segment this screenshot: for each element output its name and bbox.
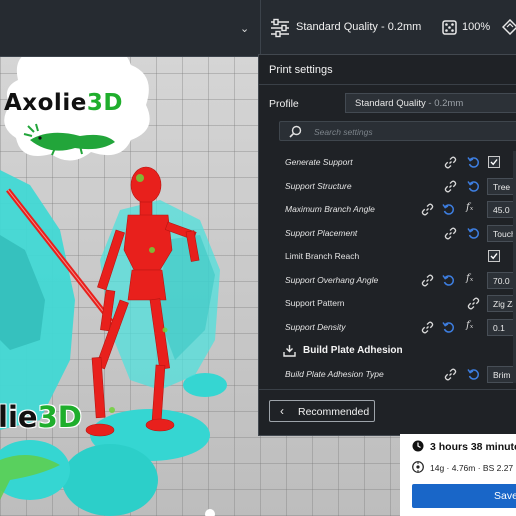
link-icon[interactable] bbox=[444, 156, 457, 169]
support-brim bbox=[62, 444, 158, 516]
link-icon[interactable] bbox=[467, 297, 480, 310]
quality-label: Standard Quality - 0.2mm bbox=[296, 21, 422, 33]
chevron-down-icon[interactable]: ⌄ bbox=[240, 22, 249, 35]
build-plate-adhesion-icon bbox=[283, 345, 296, 357]
profile-value: Standard Quality - 0.2mm bbox=[355, 98, 463, 109]
profile-label: Profile bbox=[269, 98, 299, 110]
checkmark-icon bbox=[490, 159, 498, 166]
recommended-button[interactable]: ‹ Recommended bbox=[269, 400, 375, 422]
setting-value: 0.1 bbox=[493, 322, 505, 333]
watermark-accent: 3D bbox=[37, 400, 82, 434]
clock-icon bbox=[412, 440, 424, 452]
setting-label: Support Pattern bbox=[285, 298, 345, 308]
function-fx-icon[interactable]: fₓ bbox=[466, 320, 473, 331]
top-toolbar: ⌄ Standard Quality - 0.2mm 100% bbox=[0, 0, 516, 57]
watermark-prefix: lie bbox=[0, 400, 38, 434]
reset-icon[interactable] bbox=[467, 180, 480, 193]
print-settings-panel: Print settings Profile Standard Quality … bbox=[258, 54, 516, 436]
setting-value-field[interactable]: 70.0 bbox=[487, 271, 516, 289]
setting-value: Tree bbox=[493, 181, 511, 192]
reset-icon[interactable] bbox=[467, 156, 480, 169]
setting-value: 70.0 bbox=[493, 275, 510, 286]
section-header-adhesion[interactable]: Build Plate Adhesion bbox=[259, 339, 516, 362]
setting-label: Generate Support bbox=[285, 157, 353, 167]
setting-label: Support Overhang Angle bbox=[285, 274, 379, 285]
profile-layer-height: - 0.2mm bbox=[425, 98, 464, 109]
setting-row-support-placement[interactable]: Support Placement Touch bbox=[259, 222, 516, 245]
link-icon[interactable] bbox=[444, 180, 457, 193]
setting-row-support-pattern[interactable]: Support Pattern Zig Za bbox=[259, 292, 516, 315]
setting-label: Support Structure bbox=[285, 180, 352, 191]
checkmark-icon bbox=[490, 253, 498, 260]
setting-value-field[interactable]: Touch bbox=[487, 224, 516, 242]
save-button[interactable]: Save bbox=[412, 484, 516, 508]
filament-spool-icon bbox=[412, 461, 424, 473]
setting-value-field[interactable]: Tree bbox=[487, 177, 516, 195]
setting-row-support-overhang-angle[interactable]: Support Overhang Angle fₓ 70.0 bbox=[259, 269, 516, 292]
infill-label: 100% bbox=[462, 21, 491, 33]
reset-icon[interactable] bbox=[442, 274, 455, 287]
setting-value: Brim bbox=[493, 369, 511, 380]
material-usage: 14g · 4.76m · BS 2.27 bbox=[430, 463, 514, 473]
setting-checkbox[interactable] bbox=[488, 250, 500, 262]
setting-checkbox[interactable] bbox=[488, 156, 500, 168]
print-quality-selector[interactable]: Standard Quality - 0.2mm 100% bbox=[262, 0, 516, 56]
setting-row-support-structure[interactable]: Support Structure Tree bbox=[259, 175, 516, 198]
divider bbox=[259, 84, 516, 85]
setting-label: Maximum Branch Angle bbox=[285, 204, 375, 214]
profile-name: Standard Quality bbox=[355, 98, 426, 109]
setting-row-limit-branch-reach[interactable]: Limit Branch Reach bbox=[259, 245, 516, 268]
setting-value: 45.0 bbox=[493, 205, 510, 215]
setting-label: Build Plate Adhesion Type bbox=[285, 368, 384, 379]
setting-row-maximum-branch-angle[interactable]: Maximum Branch Angle fₓ 45.0 bbox=[259, 198, 516, 221]
function-fx-icon[interactable]: fₓ bbox=[466, 273, 473, 284]
logo-prefix: Axolie bbox=[4, 90, 87, 116]
axolotl-icon bbox=[23, 123, 115, 156]
setting-label: Limit Branch Reach bbox=[285, 251, 360, 261]
infill-dice-icon bbox=[442, 20, 457, 35]
section-title: Build Plate Adhesion bbox=[303, 345, 403, 356]
support-icon bbox=[502, 19, 516, 35]
search-icon bbox=[289, 125, 302, 138]
setting-row-generate-support[interactable]: Generate Support bbox=[259, 151, 516, 174]
setting-value-field[interactable]: Zig Za bbox=[487, 295, 516, 312]
setting-row-support-density[interactable]: Support Density fₓ 0.1 bbox=[259, 316, 516, 339]
profile-select[interactable]: Standard Quality - 0.2mm bbox=[345, 93, 516, 113]
divider bbox=[259, 389, 516, 390]
watermark-text: lie3D bbox=[0, 400, 82, 434]
setting-row-build-plate-adhesion-type[interactable]: Build Plate Adhesion Type Brim bbox=[259, 363, 516, 386]
link-icon[interactable] bbox=[444, 368, 457, 381]
setting-value-field[interactable]: Brim bbox=[487, 365, 516, 383]
settings-sliders-icon bbox=[271, 18, 289, 38]
save-label: Save bbox=[494, 490, 516, 502]
print-time: 3 hours 38 minute bbox=[430, 441, 516, 453]
reset-icon[interactable] bbox=[442, 321, 455, 334]
logo-text: Axolie3D bbox=[4, 90, 123, 116]
setting-value-field[interactable]: 0.1 bbox=[487, 318, 516, 336]
reset-icon[interactable] bbox=[442, 203, 455, 216]
viewport-slider-knob[interactable] bbox=[205, 509, 215, 516]
material-dropdown[interactable]: ⌄ bbox=[0, 0, 261, 56]
link-icon[interactable] bbox=[421, 203, 434, 216]
search-box[interactable] bbox=[279, 121, 516, 141]
link-icon[interactable] bbox=[444, 227, 457, 240]
search-input[interactable] bbox=[312, 124, 516, 140]
setting-value-field[interactable]: 45.0 bbox=[487, 201, 516, 218]
reset-icon[interactable] bbox=[467, 368, 480, 381]
link-icon[interactable] bbox=[421, 321, 434, 334]
setting-label: Support Density bbox=[285, 321, 346, 332]
recommended-label: Recommended bbox=[298, 406, 370, 418]
function-fx-icon[interactable]: fₓ bbox=[466, 202, 473, 213]
setting-label: Support Placement bbox=[285, 227, 358, 238]
print-output-panel: 3 hours 38 minute 14g · 4.76m · BS 2.27 … bbox=[400, 434, 516, 516]
panel-title: Print settings bbox=[269, 64, 333, 76]
logo-accent: 3D bbox=[86, 90, 123, 116]
reset-icon[interactable] bbox=[467, 227, 480, 240]
link-icon[interactable] bbox=[421, 274, 434, 287]
chevron-left-icon: ‹ bbox=[280, 404, 284, 418]
